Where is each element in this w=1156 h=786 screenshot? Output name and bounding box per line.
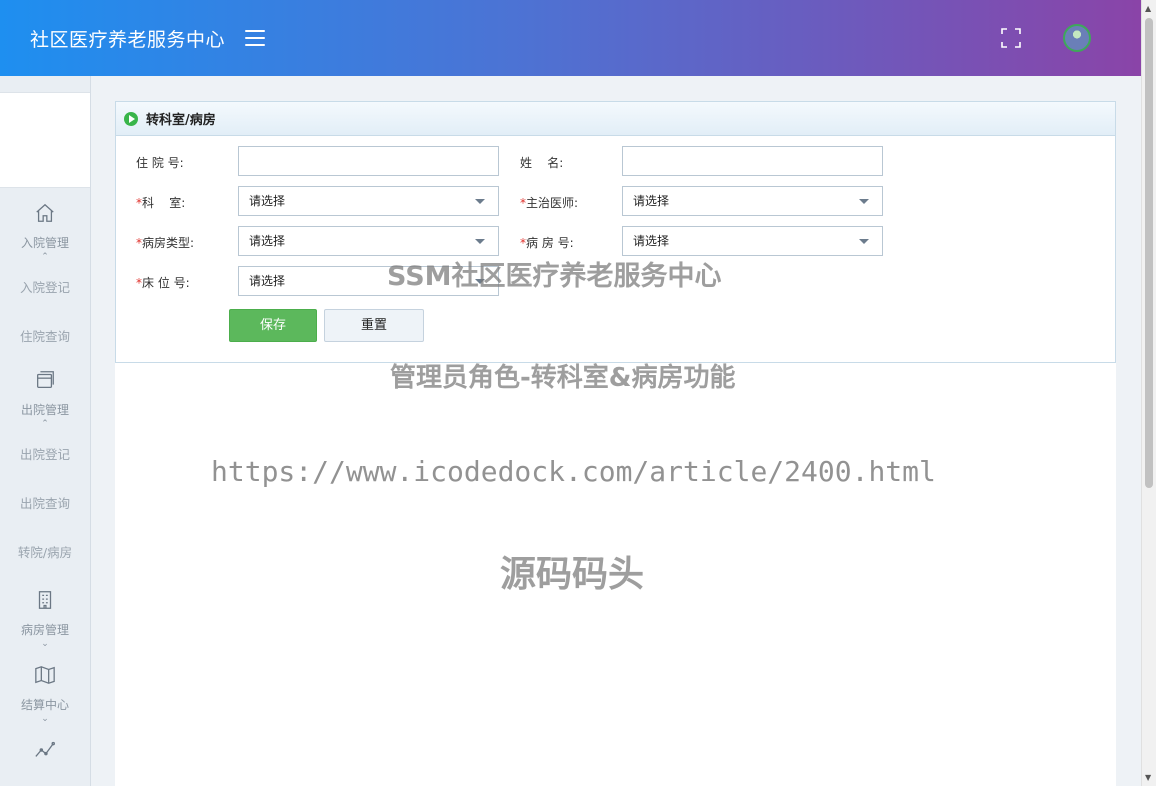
ward-type-select[interactable]: 请选择 bbox=[238, 226, 499, 256]
line-chart-icon bbox=[35, 741, 55, 757]
sidebar-group-statistics bbox=[0, 725, 90, 771]
sidebar-group-discharge-head[interactable]: 出院管理 ⌃ bbox=[0, 361, 90, 430]
sidebar-group-ward: 病房管理 ⌄ bbox=[0, 577, 90, 650]
scrollbar-thumb[interactable] bbox=[1145, 18, 1153, 488]
sidebar-group-label: 病房管理 bbox=[20, 623, 69, 637]
save-button[interactable]: 保存 bbox=[229, 309, 317, 342]
admission-no-label: 住 院 号: bbox=[136, 156, 184, 170]
panel-title: 转科室/病房 bbox=[146, 113, 216, 128]
name-input[interactable] bbox=[622, 146, 883, 176]
building-icon bbox=[38, 591, 52, 609]
sidebar-group-settlement: 结算中心 ⌄ bbox=[0, 650, 90, 725]
scroll-up-arrow-icon[interactable]: ▲ bbox=[1145, 4, 1151, 13]
user-avatar[interactable] bbox=[1063, 24, 1091, 52]
panel-header: 转科室/病房 bbox=[116, 102, 1115, 136]
sidebar-group-label: 入院管理 bbox=[20, 236, 69, 250]
top-header: 社区医疗养老服务中心 bbox=[0, 0, 1141, 76]
ward-no-select[interactable]: 请选择 bbox=[622, 226, 883, 256]
chevron-up-icon: ⌃ bbox=[41, 419, 49, 429]
reset-button[interactable]: 重置 bbox=[324, 309, 424, 342]
department-label: *科 室: bbox=[136, 196, 186, 210]
name-label: 姓 名: bbox=[520, 156, 564, 170]
sidebar-group-label: 结算中心 bbox=[20, 698, 69, 712]
bed-no-label: *床 位 号: bbox=[136, 276, 190, 290]
sidebar-top-area bbox=[0, 92, 90, 188]
doctor-select[interactable]: 请选择 bbox=[622, 186, 883, 216]
sidebar-group-label: 出院管理 bbox=[20, 403, 69, 417]
hamburger-menu-icon[interactable] bbox=[245, 30, 266, 46]
content-area bbox=[115, 362, 1116, 786]
sidebar-item-discharge-register[interactable]: 出院登记 bbox=[0, 430, 90, 479]
doctor-label: *主治医师: bbox=[520, 196, 579, 210]
app-title: 社区医疗养老服务中心 bbox=[30, 28, 226, 51]
sidebar-item-inpatient-query[interactable]: 住院查询 bbox=[0, 312, 90, 361]
sidebar-group-admission: 入院管理 ⌃ 入院登记 住院查询 bbox=[0, 188, 90, 361]
sidebar-group-settlement-head[interactable]: 结算中心 ⌄ bbox=[0, 650, 90, 725]
department-select[interactable]: 请选择 bbox=[238, 186, 499, 216]
chevron-down-icon: ⌄ bbox=[41, 714, 49, 724]
sidebar-item-admission-register[interactable]: 入院登记 bbox=[0, 263, 90, 312]
fullscreen-icon[interactable] bbox=[1001, 28, 1021, 48]
transfer-form-panel: 转科室/病房 住 院 号: 姓 名: *科 室: 请选择 *主治医师: 请选择 … bbox=[115, 101, 1116, 363]
map-icon bbox=[35, 666, 55, 684]
ward-type-label: *病房类型: bbox=[136, 236, 195, 250]
sidebar-group-discharge: 出院管理 ⌃ 出院登记 出院查询 转院/病房 bbox=[0, 361, 90, 577]
chevron-up-icon: ⌃ bbox=[41, 252, 49, 262]
window-icon bbox=[37, 371, 54, 388]
scroll-down-arrow-icon[interactable]: ▼ bbox=[1145, 773, 1151, 782]
sidebar: 入院管理 ⌃ 入院登记 住院查询 出院管理 ⌃ 出院登记 出院查询 转院/病房 … bbox=[0, 76, 91, 786]
sidebar-item-discharge-query[interactable]: 出院查询 bbox=[0, 479, 90, 528]
sidebar-group-admission-head[interactable]: 入院管理 ⌃ bbox=[0, 188, 90, 263]
ward-no-label: *病 房 号: bbox=[520, 236, 574, 250]
sidebar-group-statistics-head[interactable] bbox=[0, 725, 90, 771]
play-circle-icon bbox=[124, 111, 138, 126]
sidebar-item-transfer-ward[interactable]: 转院/病房 bbox=[0, 528, 90, 577]
sidebar-group-ward-head[interactable]: 病房管理 ⌄ bbox=[0, 577, 90, 650]
vertical-scrollbar[interactable]: ▲ ▼ bbox=[1141, 0, 1156, 786]
home-icon bbox=[36, 203, 54, 222]
admission-no-input[interactable] bbox=[238, 146, 499, 176]
main-content: 转科室/病房 住 院 号: 姓 名: *科 室: 请选择 *主治医师: 请选择 … bbox=[91, 76, 1141, 786]
chevron-down-icon: ⌄ bbox=[41, 639, 49, 649]
bed-no-select[interactable]: 请选择 bbox=[238, 266, 499, 296]
